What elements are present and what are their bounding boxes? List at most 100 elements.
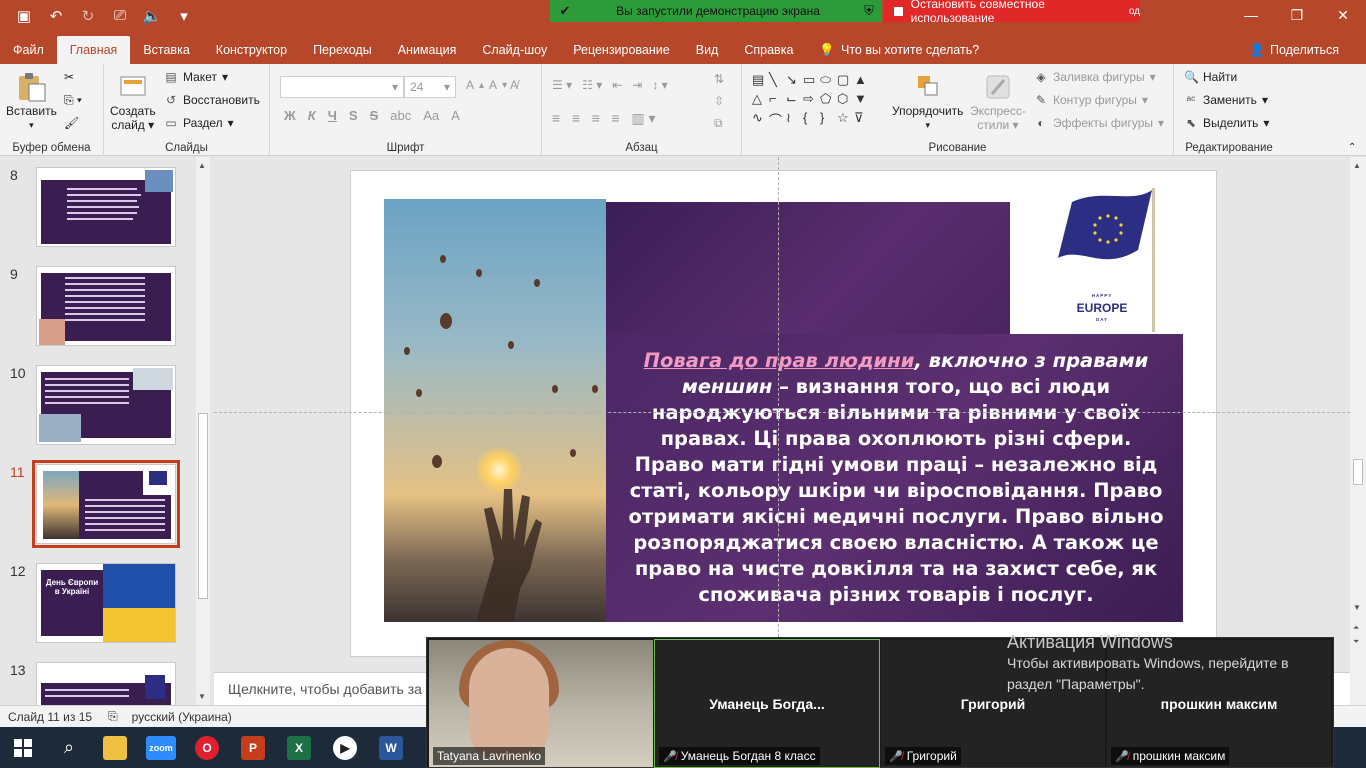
windows-start-icon[interactable] bbox=[0, 727, 46, 768]
select-button[interactable]: ⬉ Выделить ▾ bbox=[1184, 116, 1269, 130]
spellcheck-icon[interactable]: ⎘ bbox=[108, 709, 118, 724]
reset-icon: ↺ bbox=[165, 93, 177, 107]
font-color-button[interactable]: A bbox=[451, 108, 460, 123]
replace-icon: ᵃᶜ bbox=[1186, 93, 1196, 107]
word-icon[interactable]: W bbox=[368, 727, 414, 768]
slide-thumbnail[interactable]: День Європи в Україні bbox=[36, 563, 176, 643]
bullets-icon[interactable]: ☰ ▾ ☷ ▾ ⇤ ⇥ ↕ ▾ bbox=[552, 78, 668, 92]
section-label: Раздел bbox=[183, 116, 223, 130]
paste-button[interactable]: Вставить ▾ bbox=[6, 72, 57, 132]
italic-button[interactable]: К bbox=[308, 108, 316, 123]
share-status-icon: ✔ bbox=[559, 3, 571, 18]
share-button[interactable]: 👤 Поделиться bbox=[1236, 36, 1352, 64]
slide-body-text[interactable]: Повага до прав людини, включно з правами… bbox=[626, 348, 1166, 608]
new-slide-label-2: слайд bbox=[111, 118, 145, 132]
tell-me-search[interactable]: 💡 Что вы хотите сделать? bbox=[806, 36, 992, 64]
change-case-button[interactable]: Aa bbox=[423, 108, 439, 123]
reset-button[interactable]: ↺ Восстановить bbox=[164, 93, 260, 107]
minimize-icon[interactable]: — bbox=[1228, 0, 1274, 30]
save-icon[interactable]: ▣ bbox=[14, 7, 34, 25]
new-slide-button[interactable]: Создать слайд ▾ bbox=[110, 72, 156, 132]
alignment-icons[interactable]: ≡ ≡ ≡ ≡ ▥ ▾ bbox=[552, 110, 656, 127]
section-button[interactable]: ▭ Раздел ▾ bbox=[164, 116, 233, 130]
arrange-button[interactable]: Упорядочить ▾ bbox=[892, 72, 963, 132]
slide-thumbnail-current[interactable] bbox=[32, 460, 180, 548]
shape-fill-button[interactable]: ◈ Заливка фигуры ▾ bbox=[1034, 70, 1155, 84]
scrollbar-thumb[interactable] bbox=[1353, 459, 1363, 485]
freeform-shape-icon: ⌒ bbox=[769, 113, 783, 128]
tab-file[interactable]: Файл bbox=[0, 36, 57, 64]
slide-text-rest: – визнання того, що всі люди народжуютьс… bbox=[628, 375, 1164, 606]
align-text-icon[interactable]: ⇳ bbox=[714, 94, 724, 108]
search-icon[interactable]: ⌕ bbox=[46, 727, 92, 768]
shadow-button[interactable]: S bbox=[349, 108, 358, 123]
tab-review[interactable]: Рецензирование bbox=[560, 36, 683, 64]
grow-font-icon[interactable]: A ▴ A ▾ bbox=[466, 78, 507, 92]
shape-effects-button[interactable]: ◐ Эффекты фигуры ▾ bbox=[1034, 116, 1164, 130]
smartart-icon[interactable]: ⧉ bbox=[714, 116, 723, 131]
tab-design[interactable]: Конструктор bbox=[203, 36, 300, 64]
video-tile-self[interactable]: Tatyana Lavrinenko bbox=[429, 640, 653, 767]
language-indicator[interactable]: русский (Украина) bbox=[132, 710, 232, 724]
tab-home[interactable]: Главная bbox=[56, 36, 131, 64]
reset-label: Восстановить bbox=[183, 93, 260, 107]
layout-button[interactable]: ▤ Макет ▾ bbox=[164, 70, 228, 84]
slide-thumbnail[interactable] bbox=[36, 266, 176, 346]
collapse-ribbon-icon[interactable]: ⌃ bbox=[1348, 142, 1356, 153]
audio-icon[interactable]: 🔈 bbox=[142, 7, 162, 25]
video-tile[interactable]: Уманець Богда... 🎤̸ Уманець Богдан 8 клас… bbox=[654, 639, 880, 768]
tab-help[interactable]: Справка bbox=[731, 36, 806, 64]
stop-share-button[interactable]: Остановить совместное использование од bbox=[884, 0, 1140, 25]
media-player-icon[interactable]: ▶ bbox=[322, 727, 368, 768]
text-direction-icon[interactable]: ⇅ bbox=[714, 72, 724, 86]
tab-insert[interactable]: Вставка bbox=[130, 36, 202, 64]
day-text: DAY bbox=[1095, 317, 1109, 322]
font-size-select[interactable]: 24 ▾ bbox=[404, 76, 456, 98]
scrollbar-thumb[interactable] bbox=[198, 413, 208, 599]
excel-icon[interactable]: X bbox=[276, 727, 322, 768]
thumbnail-scrollbar[interactable]: ▲ ▼ bbox=[196, 157, 210, 705]
present-icon[interactable]: ⎚ bbox=[110, 7, 130, 25]
find-button[interactable]: 🔍 Найти bbox=[1184, 70, 1237, 84]
share-label: Поделиться bbox=[1269, 43, 1339, 57]
zoom-app-icon[interactable]: zoom bbox=[138, 727, 184, 768]
shapes-gallery[interactable]: ▤ ╲ ↘ ▭ ⬭ ▢ ▲ △ ⌐ ⌙ ⇨ ⬠ ⬡ ▼ ∿ ⌒ ≀ {} ☆ ⊽ bbox=[752, 72, 872, 129]
tab-animations[interactable]: Анимация bbox=[385, 36, 470, 64]
font-family-select[interactable]: ▾ bbox=[280, 76, 404, 98]
clipboard-group: Вставить ▾ ✂ ⎘ ▾ 🖌 Буфер обмена bbox=[0, 64, 104, 156]
copy-icon[interactable]: ⎘ ▾ bbox=[64, 93, 82, 108]
replace-button[interactable]: ᵃᶜ Заменить ▾ bbox=[1184, 93, 1268, 107]
customize-qat-icon[interactable]: ▾ bbox=[174, 7, 194, 25]
char-spacing-button[interactable]: abc bbox=[390, 108, 411, 123]
layout-label: Макет bbox=[183, 70, 217, 84]
paste-icon bbox=[19, 73, 46, 102]
format-painter-icon[interactable]: 🖌 bbox=[64, 116, 79, 130]
more-shapes-icon: ⊽ bbox=[854, 110, 864, 125]
opera-icon[interactable]: O bbox=[184, 727, 230, 768]
underline-button[interactable]: Ч bbox=[328, 108, 337, 123]
cut-icon[interactable]: ✂ bbox=[64, 70, 74, 84]
brace-right-shape-icon: } bbox=[820, 110, 825, 125]
bold-button[interactable]: Ж bbox=[284, 108, 296, 123]
slide-thumbnail[interactable] bbox=[36, 167, 176, 247]
close-icon[interactable]: ✕ bbox=[1320, 0, 1366, 30]
clear-format-icon[interactable]: A̸ bbox=[510, 78, 518, 92]
participant-display-name: Уманець Богда... bbox=[709, 696, 825, 712]
tab-transitions[interactable]: Переходы bbox=[300, 36, 385, 64]
shape-outline-button[interactable]: ✎ Контур фигуры ▾ bbox=[1034, 93, 1148, 107]
windows-activation-watermark: Активация Windows Чтобы активировать Win… bbox=[1007, 632, 1289, 695]
tab-slideshow[interactable]: Слайд-шоу bbox=[469, 36, 560, 64]
file-explorer-icon[interactable] bbox=[92, 727, 138, 768]
person-icon: 👤 bbox=[1249, 42, 1265, 57]
tab-view[interactable]: Вид bbox=[683, 36, 732, 64]
strikethrough-button[interactable]: S bbox=[370, 108, 379, 123]
undo-icon[interactable]: ↶ bbox=[46, 7, 66, 25]
restore-icon[interactable]: ❐ bbox=[1274, 0, 1320, 30]
powerpoint-icon[interactable]: P bbox=[230, 727, 276, 768]
slide-thumbnail[interactable] bbox=[36, 662, 176, 705]
redo-icon[interactable]: ↻ bbox=[78, 7, 98, 25]
slide-thumbnail[interactable] bbox=[36, 365, 176, 445]
slide-scrollbar[interactable]: ▲ ▼ ⏶ ⏷ bbox=[1350, 157, 1366, 705]
balloons-sunset-photo[interactable] bbox=[384, 199, 606, 622]
quick-styles-button[interactable]: Экспресс- стили ▾ bbox=[970, 72, 1026, 132]
